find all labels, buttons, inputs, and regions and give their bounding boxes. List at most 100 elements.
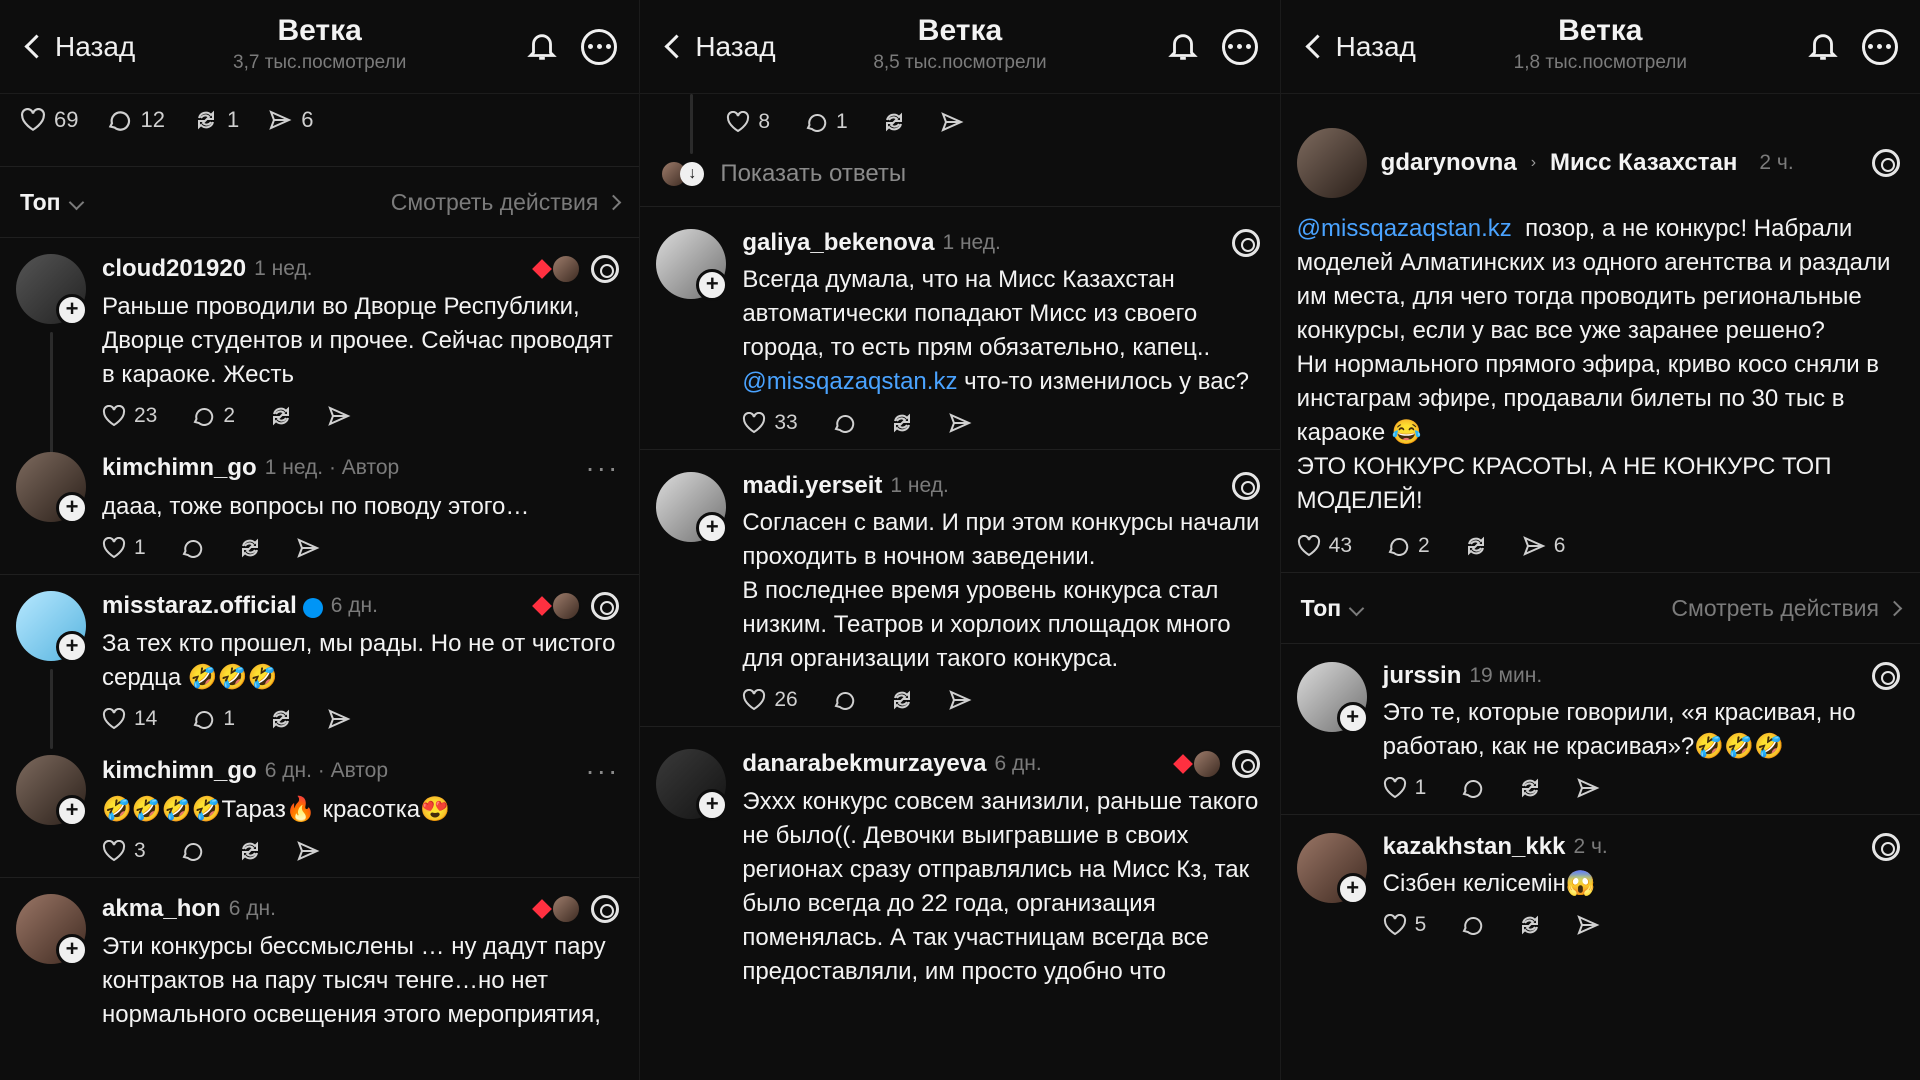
reply-stat[interactable]: 12 <box>106 107 165 133</box>
reply-button[interactable] <box>180 839 204 863</box>
reply-button[interactable]: 1 <box>191 707 235 731</box>
reply-button[interactable]: 2 <box>191 404 235 428</box>
view-activity-link[interactable]: Смотреть действия <box>1671 595 1903 622</box>
reply-button[interactable] <box>832 688 856 712</box>
like-button[interactable]: 43 <box>1297 534 1352 558</box>
follow-plus-icon[interactable]: + <box>56 934 88 966</box>
username[interactable]: kazakhstan_kkk <box>1383 833 1566 861</box>
avatar[interactable]: + <box>1296 662 1369 734</box>
repost-button[interactable] <box>1518 776 1542 800</box>
follow-plus-icon[interactable]: + <box>1336 702 1369 734</box>
share-button[interactable]: 6 <box>1522 534 1565 558</box>
like-button[interactable]: 1 <box>1383 776 1426 800</box>
like-button[interactable]: 23 <box>102 404 157 428</box>
more-options-icon[interactable] <box>1221 28 1258 65</box>
avatar[interactable] <box>1296 128 1367 198</box>
back-button[interactable]: Назад <box>662 31 776 63</box>
like-stat[interactable]: 69 <box>20 107 78 133</box>
repost-button[interactable] <box>1464 534 1488 558</box>
sort-dropdown[interactable]: Топ <box>20 189 84 216</box>
like-button[interactable]: 5 <box>1383 913 1426 937</box>
repost-button[interactable] <box>1518 913 1542 937</box>
view-activity-link[interactable]: Смотреть действия <box>391 189 622 216</box>
avatar[interactable]: + <box>16 591 88 663</box>
username[interactable]: kimchimn_go <box>102 757 257 785</box>
comment-actions: 1 <box>1383 776 1900 800</box>
more-dots-icon[interactable]: ··· <box>585 452 619 484</box>
bell-icon[interactable] <box>525 30 559 64</box>
share-button[interactable] <box>296 839 320 863</box>
username[interactable]: akma_hon <box>102 895 221 923</box>
share-button[interactable] <box>940 110 964 134</box>
follow-plus-icon[interactable]: + <box>696 269 729 301</box>
thread-line <box>690 94 694 154</box>
username[interactable]: gdarynovna <box>1381 149 1517 177</box>
repost-button[interactable] <box>882 110 906 134</box>
back-button[interactable]: Назад <box>22 31 135 63</box>
page-title: Ветка <box>277 14 362 47</box>
like-button[interactable]: 3 <box>102 839 146 863</box>
follow-plus-icon[interactable]: + <box>696 512 729 544</box>
share-button[interactable] <box>948 411 972 435</box>
username[interactable]: galiya_bekenova <box>742 229 934 257</box>
share-stat[interactable]: 6 <box>267 107 313 133</box>
username[interactable]: danarabekmurzayeva <box>742 750 986 778</box>
bell-icon[interactable] <box>1166 30 1200 64</box>
reply-button[interactable] <box>1460 913 1484 937</box>
mention-link[interactable]: @missqazaqstan.kz <box>742 368 957 395</box>
avatar[interactable]: + <box>656 749 729 821</box>
repost-button[interactable] <box>890 688 914 712</box>
repost-button[interactable] <box>269 404 293 428</box>
more-dots-icon[interactable]: ··· <box>585 755 619 787</box>
reply-button[interactable] <box>1460 776 1484 800</box>
share-button[interactable] <box>327 404 351 428</box>
back-button[interactable]: Назад <box>1303 31 1416 63</box>
avatar[interactable]: + <box>656 472 729 544</box>
avatar[interactable]: + <box>16 755 88 827</box>
repost-button[interactable] <box>890 411 914 435</box>
bell-icon[interactable] <box>1806 30 1840 64</box>
username[interactable]: kimchimn_go <box>102 454 257 482</box>
avatar[interactable]: + <box>1296 833 1369 905</box>
username[interactable]: jurssin <box>1383 662 1462 690</box>
mention-link[interactable]: @missqazaqstan.kz <box>1297 215 1512 242</box>
like-button[interactable]: 33 <box>742 411 798 435</box>
share-button[interactable] <box>1576 913 1600 937</box>
repost-stat[interactable]: 1 <box>193 107 239 133</box>
share-button[interactable] <box>1576 776 1600 800</box>
repost-button[interactable] <box>238 536 262 560</box>
username[interactable]: misstaraz.official <box>102 592 297 620</box>
like-button[interactable]: 26 <box>742 688 798 712</box>
community-name[interactable]: Мисс Казахстан <box>1550 149 1737 177</box>
follow-plus-icon[interactable]: + <box>56 492 88 524</box>
follow-plus-icon[interactable]: + <box>56 795 88 827</box>
thread-body: 8 1 ↓ Показать ответы + galiya_bekenova 1… <box>640 94 1280 1080</box>
avatar[interactable]: + <box>16 894 88 966</box>
sort-dropdown[interactable]: Топ <box>1301 595 1365 622</box>
share-button[interactable] <box>296 536 320 560</box>
like-button[interactable]: 1 <box>102 536 146 560</box>
show-replies-button[interactable]: ↓ Показать ответы <box>640 152 1279 206</box>
repost-icon <box>241 841 258 861</box>
avatar[interactable]: + <box>16 254 88 326</box>
reply-button[interactable]: 1 <box>804 110 848 134</box>
share-button[interactable] <box>948 688 972 712</box>
follow-plus-icon[interactable]: + <box>56 294 88 326</box>
more-options-icon[interactable] <box>1861 28 1898 65</box>
repost-button[interactable] <box>238 839 262 863</box>
like-button[interactable]: 14 <box>102 707 157 731</box>
reply-button[interactable] <box>180 536 204 560</box>
follow-plus-icon[interactable]: + <box>56 631 88 663</box>
reply-button[interactable]: 2 <box>1386 534 1430 558</box>
username[interactable]: cloud201920 <box>102 255 246 283</box>
follow-plus-icon[interactable]: + <box>696 789 729 821</box>
more-options-icon[interactable] <box>581 28 618 65</box>
reply-button[interactable] <box>832 411 856 435</box>
share-button[interactable] <box>327 707 351 731</box>
like-button[interactable]: 8 <box>726 110 770 134</box>
username[interactable]: madi.yerseit <box>742 472 882 500</box>
follow-plus-icon[interactable]: + <box>1336 873 1369 905</box>
avatar[interactable]: + <box>16 452 88 524</box>
repost-button[interactable] <box>269 707 293 731</box>
avatar[interactable]: + <box>656 229 729 301</box>
